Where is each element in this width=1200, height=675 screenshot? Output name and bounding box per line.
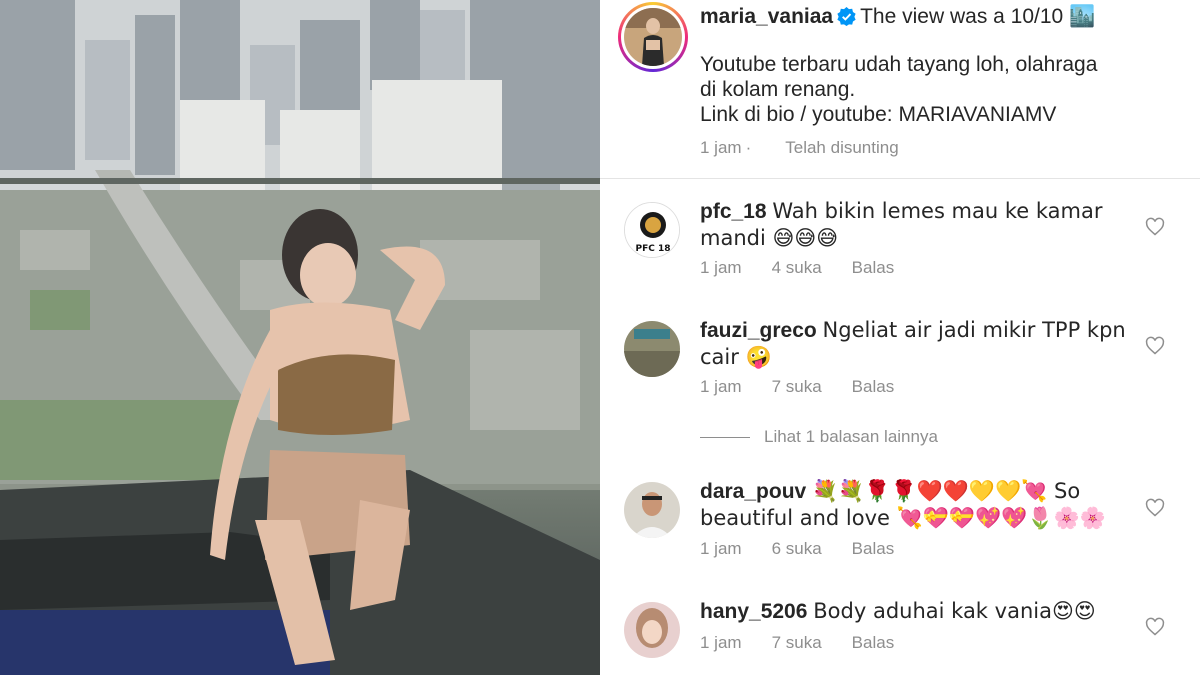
comment-text: hany_5206 Body aduhai kak vania😍😍 xyxy=(700,598,1130,625)
caption-title: The view was a 10/10 🏙️ xyxy=(860,5,1096,28)
verified-badge-icon xyxy=(837,7,856,26)
caption-username[interactable]: maria_vaniaa xyxy=(700,5,833,28)
reply-button[interactable]: Balas xyxy=(852,633,895,652)
comment-avatar[interactable] xyxy=(624,482,680,538)
comment-meta: 1 jam 6 suka Balas xyxy=(700,539,924,559)
view-more-replies-label: Lihat 1 balasan lainnya xyxy=(764,427,938,446)
comment-body: Body aduhai kak vania😍😍 xyxy=(813,599,1096,623)
replies-line xyxy=(700,436,750,438)
comment-likes[interactable]: 6 suka xyxy=(772,539,822,558)
caption-body-line: Youtube terbaru udah tayang loh, olahrag… xyxy=(700,53,1098,76)
pfc-logo-icon: PFC 18 xyxy=(625,203,679,257)
profile-photo-icon xyxy=(624,482,680,538)
comment-time: 1 jam xyxy=(700,377,742,396)
comment-text: pfc_18 Wah bikin lemes mau ke kamar mand… xyxy=(700,198,1130,252)
comment-meta: 1 jam 7 suka Balas xyxy=(700,377,924,397)
comment-likes[interactable]: 7 suka xyxy=(772,633,822,652)
reply-button[interactable]: Balas xyxy=(852,377,895,396)
comment-avatar[interactable] xyxy=(624,321,680,377)
caption-body-line: Link di bio / youtube: MARIAVANIAMV xyxy=(700,103,1057,126)
comment-username[interactable]: fauzi_greco xyxy=(700,319,817,342)
like-heart-icon[interactable] xyxy=(1145,336,1165,356)
comment-meta: 1 jam 7 suka Balas xyxy=(700,633,924,653)
street-sign-photo-icon xyxy=(624,321,680,377)
like-heart-icon[interactable] xyxy=(1145,217,1165,237)
comment-likes[interactable]: 7 suka xyxy=(772,377,822,396)
comment-time: 1 jam xyxy=(700,633,742,652)
photo-illustration xyxy=(0,0,600,675)
caption-time: 1 jam xyxy=(700,138,742,157)
caption-avatar[interactable] xyxy=(618,2,688,72)
comment-avatar[interactable] xyxy=(624,602,680,658)
avatar-text: PFC 18 xyxy=(635,244,670,254)
reply-button[interactable]: Balas xyxy=(852,539,895,558)
view-more-replies[interactable]: Lihat 1 balasan lainnya xyxy=(700,427,938,447)
comment-username[interactable]: pfc_18 xyxy=(700,200,767,223)
like-heart-icon[interactable] xyxy=(1145,498,1165,518)
comment-time: 1 jam xyxy=(700,258,742,277)
post-caption: maria_vaniaa The view was a 10/10 🏙️ You… xyxy=(700,4,1170,127)
caption-body-line: di kolam renang. xyxy=(700,78,856,101)
comment-time: 1 jam xyxy=(700,539,742,558)
comment-meta: 1 jam 4 suka Balas xyxy=(700,258,924,278)
profile-photo-icon xyxy=(624,8,682,66)
comments-panel: maria_vaniaa The view was a 10/10 🏙️ You… xyxy=(600,0,1200,675)
like-heart-icon[interactable] xyxy=(1145,617,1165,637)
caption-edited: Telah disunting xyxy=(785,138,899,157)
comment-username[interactable]: dara_pouv xyxy=(700,480,806,503)
comment-text: dara_pouv 💐💐🌹🌹❤️❤️💛💛💘 So beautiful and l… xyxy=(700,478,1130,532)
post-photo[interactable] xyxy=(0,0,600,675)
reply-button[interactable]: Balas xyxy=(852,258,895,277)
comment-username[interactable]: hany_5206 xyxy=(700,600,807,623)
comment-text: fauzi_greco Ngeliat air jadi mikir TPP k… xyxy=(700,317,1130,371)
caption-meta: 1 jam · Telah disunting xyxy=(700,138,899,157)
profile-photo-icon xyxy=(624,602,680,658)
comment-avatar[interactable]: PFC 18 xyxy=(624,202,680,258)
comment-likes[interactable]: 4 suka xyxy=(772,258,822,277)
divider xyxy=(600,178,1200,179)
